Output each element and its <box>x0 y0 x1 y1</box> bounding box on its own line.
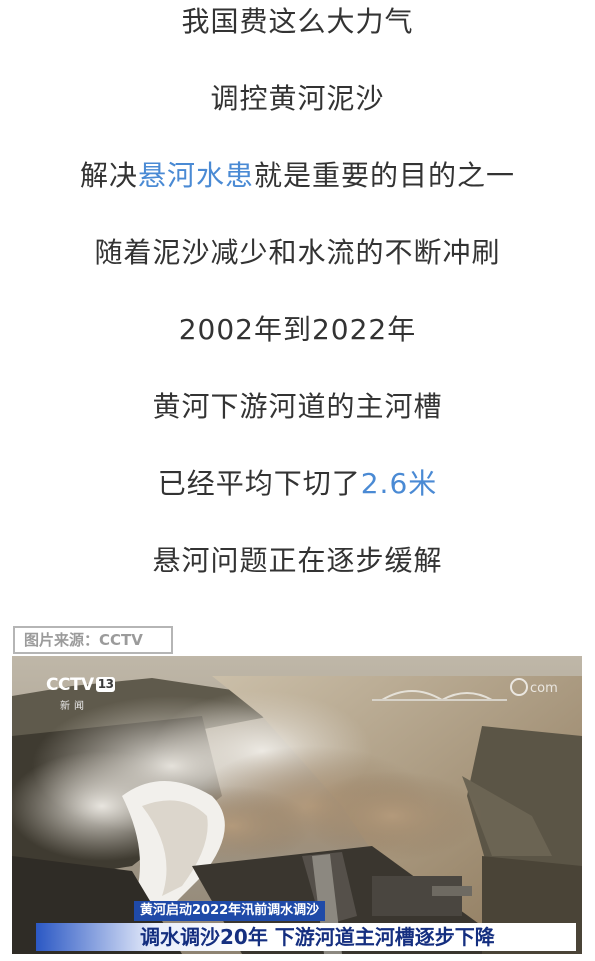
cctv-watermark: com <box>510 678 558 696</box>
article-line-8: 悬河问题正在逐步缓解 <box>152 544 443 577</box>
highlight-xuanhe-shuihuan: 悬河水患 <box>137 159 254 192</box>
article-line-1: 我国费这么大力气 <box>181 5 414 38</box>
news-photo[interactable]: CCTV 13 新闻 com 黄河启动2022年汛前调水调沙 调水调沙20年 下游… <box>12 656 582 954</box>
image-source-badge: 图片来源：CCTV <box>13 626 173 654</box>
article-line-6: 黄河下游河道的主河槽 <box>152 390 443 423</box>
article-line-3-pre: 解决 <box>79 159 138 192</box>
watermark-ring-icon <box>510 678 528 696</box>
news-caption-bar: 调水调沙20年 下游河道主河槽逐步下降 <box>36 923 576 951</box>
article-line-3: 解决悬河水患就是重要的目的之一 <box>0 158 595 194</box>
news-caption-top: 黄河启动2022年汛前调水调沙 <box>134 901 326 921</box>
article-line-2: 调控黄河泥沙 <box>210 82 385 115</box>
article-line-7: 已经平均下切了2.6米 <box>0 466 595 502</box>
article-line-5: 2002年到2022年 <box>178 313 417 346</box>
highlight-depth-value: 2.6米 <box>360 467 438 500</box>
cctv-logo-text: CCTV <box>46 675 94 695</box>
channel-number: 13 <box>95 677 116 692</box>
news-caption-main: 调水调沙20年 下游河道主河槽逐步下降 <box>140 925 495 949</box>
channel-subtitle: 新闻 <box>60 701 88 712</box>
cctv-13-logo: CCTV 13 <box>46 675 116 695</box>
watermark-text: com <box>530 681 558 696</box>
article-line-3-post: 就是重要的目的之一 <box>254 159 516 192</box>
article-line-4: 随着泥沙减少和水流的不断冲刷 <box>94 236 501 269</box>
article-line-7-pre: 已经平均下切了 <box>157 467 361 500</box>
